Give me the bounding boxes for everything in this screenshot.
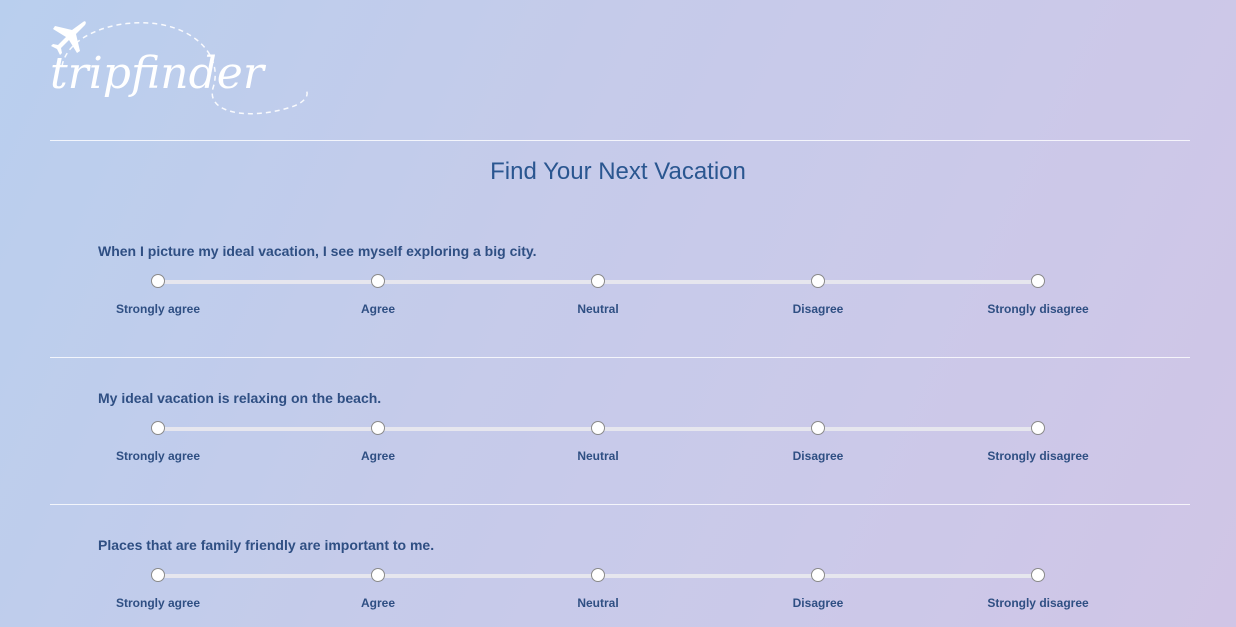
question-divider: [50, 357, 1190, 358]
option-disagree[interactable]: Disagree: [738, 568, 898, 610]
radio-button[interactable]: [591, 568, 605, 582]
radio-button[interactable]: [371, 568, 385, 582]
radio-button[interactable]: [1031, 274, 1045, 288]
question-1: When I picture my ideal vacation, I see …: [0, 243, 1236, 343]
option-label: Disagree: [792, 449, 844, 463]
option-strongly-disagree[interactable]: Strongly disagree: [958, 568, 1118, 610]
radio-button[interactable]: [591, 274, 605, 288]
radio-button[interactable]: [371, 421, 385, 435]
option-label: Disagree: [792, 302, 844, 316]
option-label: Strongly agree: [115, 449, 201, 463]
question-2: My ideal vacation is relaxing on the bea…: [0, 390, 1236, 490]
option-label: Strongly disagree: [987, 302, 1089, 316]
option-label: Agree: [360, 302, 395, 316]
option-strongly-agree[interactable]: Strongly agree: [78, 421, 238, 463]
option-label: Neutral: [577, 449, 619, 463]
option-label: Strongly agree: [115, 596, 201, 610]
radio-button[interactable]: [1031, 421, 1045, 435]
page-title: Find Your Next Vacation: [490, 158, 746, 185]
airplane-icon: [51, 21, 86, 55]
option-label: Agree: [360, 596, 395, 610]
option-agree[interactable]: Agree: [298, 421, 458, 463]
option-agree[interactable]: Agree: [298, 568, 458, 610]
radio-button[interactable]: [1031, 568, 1045, 582]
radio-button[interactable]: [151, 421, 165, 435]
radio-button[interactable]: [151, 274, 165, 288]
option-neutral[interactable]: Neutral: [518, 274, 678, 316]
radio-button[interactable]: [591, 421, 605, 435]
radio-button[interactable]: [811, 568, 825, 582]
radio-button[interactable]: [811, 274, 825, 288]
question-text: Places that are family friendly are impo…: [98, 537, 435, 553]
option-strongly-disagree[interactable]: Strongly disagree: [958, 421, 1118, 463]
option-disagree[interactable]: Disagree: [738, 421, 898, 463]
option-agree[interactable]: Agree: [298, 274, 458, 316]
option-neutral[interactable]: Neutral: [518, 568, 678, 610]
header-divider: [50, 140, 1190, 141]
option-label: Disagree: [792, 596, 844, 610]
option-label: Neutral: [577, 596, 619, 610]
radio-button[interactable]: [811, 421, 825, 435]
option-strongly-disagree[interactable]: Strongly disagree: [958, 274, 1118, 316]
option-neutral[interactable]: Neutral: [518, 421, 678, 463]
question-text: My ideal vacation is relaxing on the bea…: [98, 390, 382, 406]
radio-button[interactable]: [151, 568, 165, 582]
option-label: Strongly disagree: [987, 596, 1089, 610]
radio-button[interactable]: [371, 274, 385, 288]
option-label: Agree: [360, 449, 395, 463]
question-3: Places that are family friendly are impo…: [0, 537, 1236, 627]
tripfinder-logo[interactable]: tripfinder: [48, 18, 338, 122]
question-divider: [50, 504, 1190, 505]
option-label: Strongly agree: [115, 302, 201, 316]
question-text: When I picture my ideal vacation, I see …: [98, 243, 537, 259]
option-label: Neutral: [577, 302, 619, 316]
option-strongly-agree[interactable]: Strongly agree: [78, 274, 238, 316]
option-label: Strongly disagree: [987, 449, 1089, 463]
option-disagree[interactable]: Disagree: [738, 274, 898, 316]
option-strongly-agree[interactable]: Strongly agree: [78, 568, 238, 610]
